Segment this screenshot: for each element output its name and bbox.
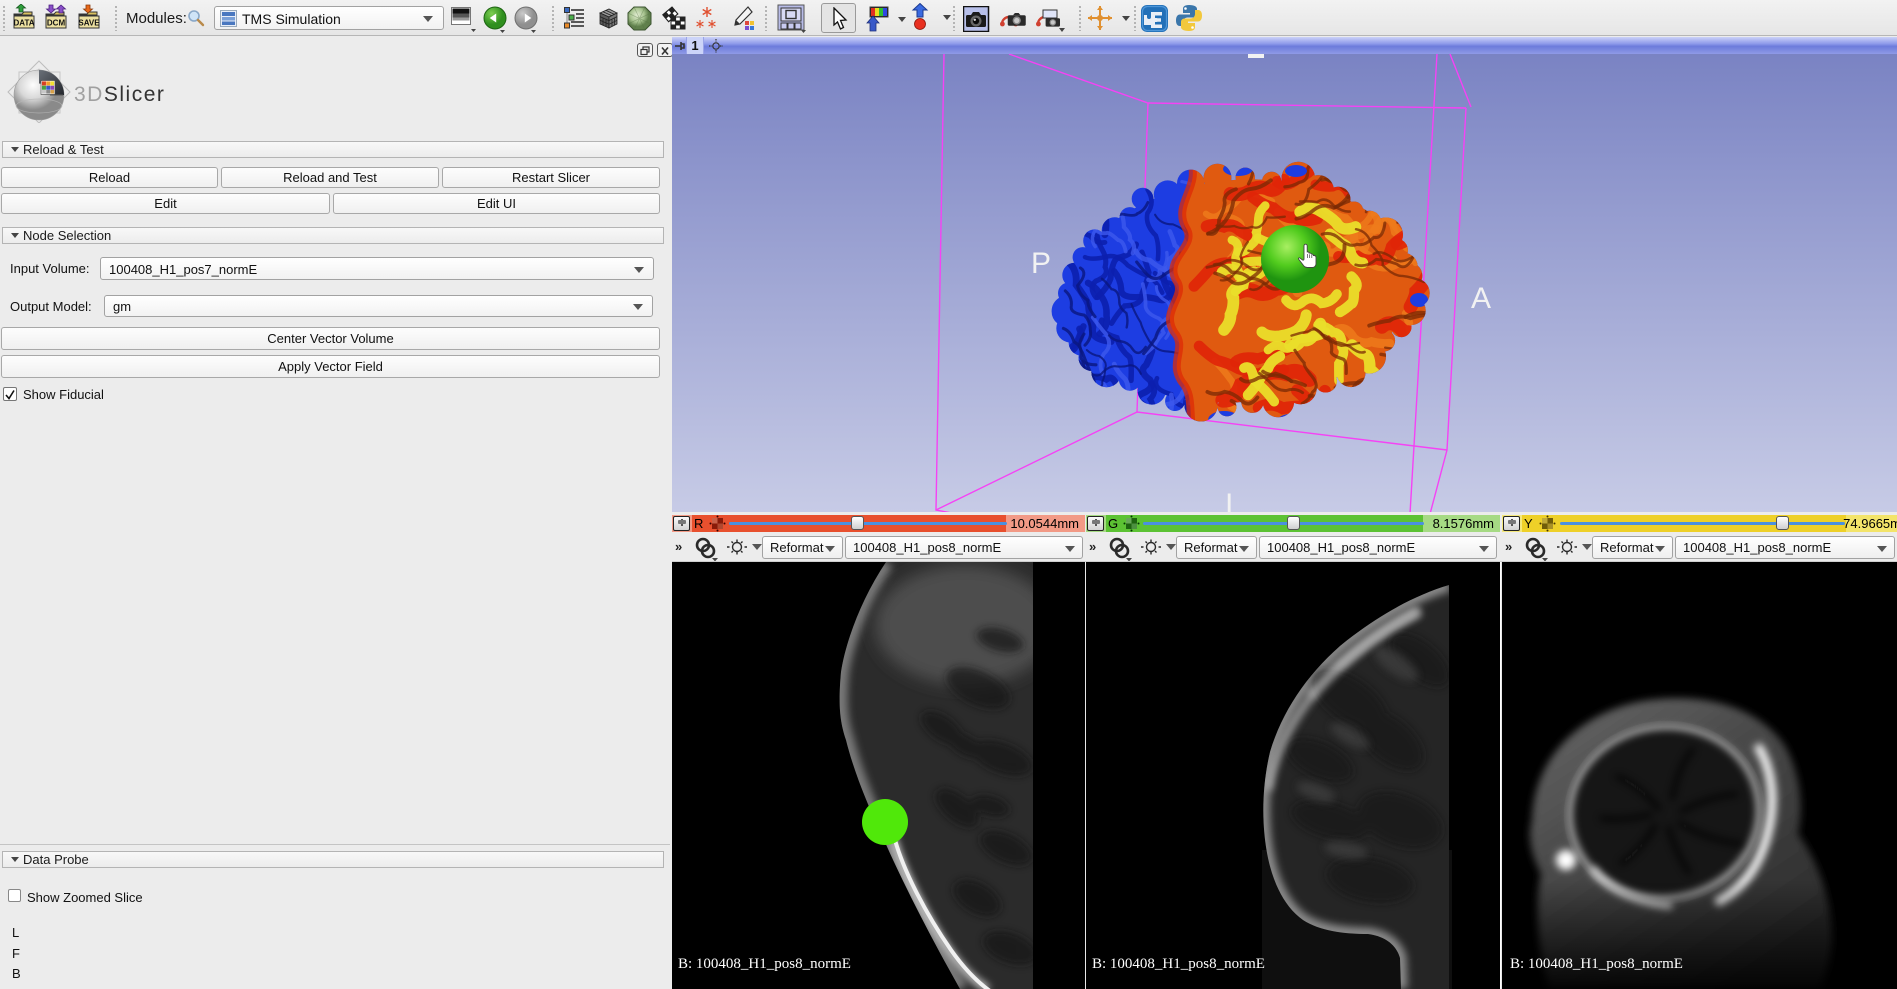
svg-text:B: 100408_H1_pos8_normE: B: 100408_H1_pos8_normE	[678, 956, 851, 972]
svg-text:B: 100408_H1_pos8_normE: B: 100408_H1_pos8_normE	[1510, 956, 1683, 972]
svg-text:B: 100408_H1_pos8_normE: B: 100408_H1_pos8_normE	[1092, 956, 1265, 972]
svg-text:P: P	[1031, 247, 1051, 280]
svg-text:I: I	[1225, 488, 1233, 512]
svg-text:SAVE: SAVE	[78, 19, 100, 28]
svg-text:A: A	[1471, 282, 1491, 315]
svg-text:DCM: DCM	[47, 19, 66, 28]
svg-text:DATA: DATA	[13, 19, 34, 28]
